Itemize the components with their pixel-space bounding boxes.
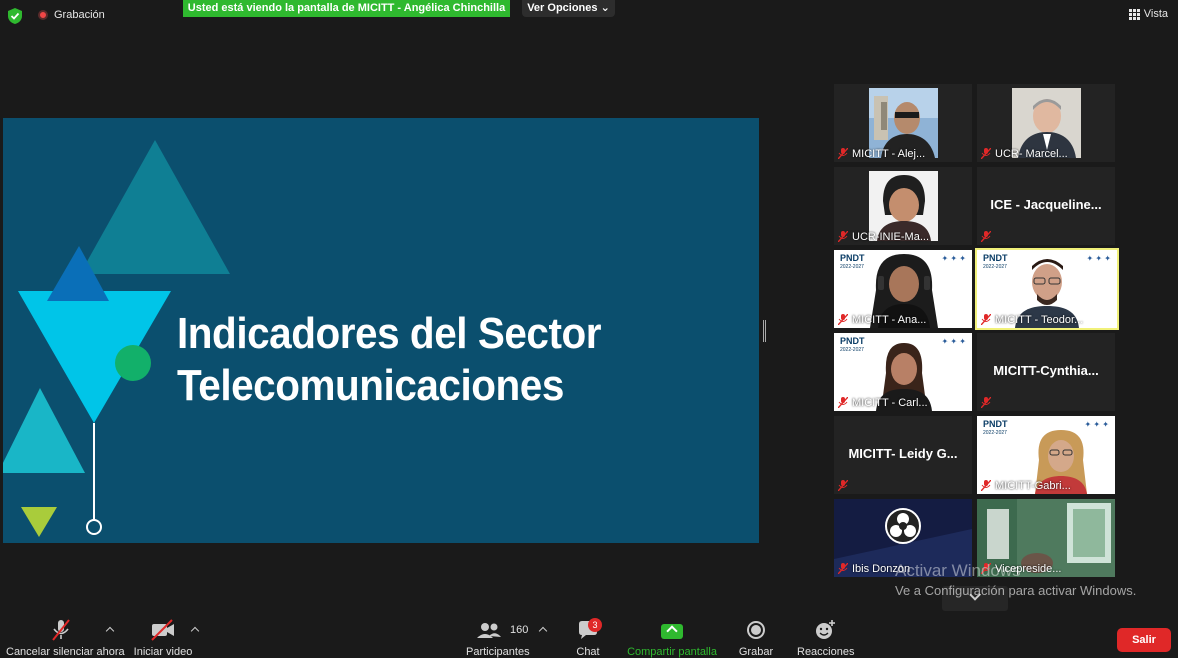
grid-icon — [1128, 8, 1140, 20]
participant-name: UCR-INIE-Ma... — [852, 231, 929, 243]
share-screen-button[interactable]: Compartir pantalla — [626, 618, 718, 658]
windows-activation-title: Activar Windows — [895, 561, 1021, 580]
muted-mic-icon — [981, 231, 991, 242]
view-button[interactable]: Vista — [1128, 8, 1168, 20]
muted-mic-icon — [981, 148, 991, 159]
meeting-toolbar: Cancelar silenciar ahora Iniciar video 1… — [0, 618, 1178, 658]
muted-mic-icon — [981, 397, 991, 408]
start-video-label: Iniciar video — [133, 646, 193, 658]
view-label: Vista — [1143, 8, 1168, 20]
participant-name: MICITT - Ana... — [852, 314, 927, 326]
chat-label: Chat — [576, 646, 600, 658]
participant-name: MICITT-Gabri... — [995, 480, 1071, 492]
record-icon — [747, 621, 765, 639]
participant-name: MICITT - Teodor... — [995, 314, 1084, 326]
share-screen-icon — [661, 624, 683, 639]
view-options-label: Ver Opciones — [527, 2, 598, 14]
participants-button[interactable]: 160 Participantes — [466, 618, 530, 658]
participant-tile-active-speaker[interactable]: PNDT 2022-2027 ✦ ✦ ✦ MICITT - Teodor... — [975, 248, 1119, 330]
muted-mic-icon — [838, 148, 848, 159]
participant-name: MICITT- Leidy G... — [848, 446, 958, 461]
windows-activation-text: Ve a Configuración para activar Windows. — [895, 583, 1137, 598]
participant-tile[interactable]: MICITT - Alej... — [834, 84, 972, 162]
panel-resize-handle[interactable] — [763, 320, 766, 342]
record-label: Grabar — [738, 646, 774, 658]
participant-tile[interactable]: PNDT 2022-2027 ✦ ✦ ✦ MICITT - Ana... — [834, 250, 972, 328]
shared-screen: Indicadores del Sector Telecomunicacione… — [3, 118, 759, 543]
record-button[interactable]: Grabar — [738, 618, 774, 658]
participant-tile[interactable]: ICE - Jacqueline... — [977, 167, 1115, 245]
participant-tile[interactable]: UCR- Marcel... — [977, 84, 1115, 162]
slide-title: Indicadores del Sector Telecomunicacione… — [177, 308, 602, 412]
view-options-button[interactable]: Ver Opciones ⌄ — [522, 0, 615, 17]
unmute-button[interactable]: Cancelar silenciar ahora — [6, 618, 125, 658]
participant-tile[interactable]: PNDT 2022-2027 ✦ ✦ ✦ MICITT-Gabri... — [977, 416, 1115, 494]
participant-name: MICITT - Carl... — [852, 397, 928, 409]
leave-meeting-button[interactable]: Salir — [1117, 628, 1171, 652]
participants-icon — [477, 623, 501, 638]
participant-name: ICE - Jacqueline... — [990, 197, 1102, 212]
participants-label: Participantes — [466, 646, 530, 658]
recording-indicator[interactable]: Grabación — [38, 9, 105, 21]
muted-mic-icon — [981, 314, 991, 325]
reactions-button[interactable]: Reacciones — [797, 618, 855, 658]
chat-unread-badge: 3 — [588, 618, 602, 632]
participants-options-chevron-icon[interactable] — [538, 626, 548, 636]
muted-mic-icon — [52, 619, 70, 641]
participant-name: MICITT - Alej... — [852, 148, 926, 160]
slide-title-line-2: Telecomunicaciones — [177, 361, 564, 410]
muted-mic-icon — [838, 314, 848, 325]
video-off-icon — [151, 619, 174, 641]
muted-mic-icon — [838, 563, 848, 574]
participant-tile[interactable]: UCR-INIE-Ma... — [834, 167, 972, 245]
top-bar: Grabación Usted está viendo la pantalla … — [0, 0, 1178, 30]
chevron-down-icon: ⌄ — [600, 2, 610, 14]
muted-mic-icon — [981, 480, 991, 491]
security-shield-icon[interactable] — [8, 8, 22, 24]
screen-share-banner: Usted está viendo la pantalla de MICITT … — [183, 0, 510, 17]
participants-count: 160 — [510, 624, 529, 636]
participant-name: MICITT-Cynthia... — [993, 363, 1099, 378]
recording-icon — [38, 10, 48, 20]
participant-tile[interactable]: MICITT- Leidy G... — [834, 416, 972, 494]
share-screen-label: Compartir pantalla — [627, 646, 717, 658]
muted-mic-icon — [838, 480, 848, 491]
reactions-label: Reacciones — [797, 646, 855, 658]
recording-label: Grabación — [54, 9, 105, 21]
participant-tile[interactable]: PNDT 2022-2027 ✦ ✦ ✦ MICITT - Carl... — [834, 333, 972, 411]
muted-mic-icon — [838, 397, 848, 408]
participant-name: UCR- Marcel... — [995, 148, 1068, 160]
muted-mic-icon — [838, 231, 848, 242]
unmute-label: Cancelar silenciar ahora — [6, 646, 125, 658]
reactions-icon — [816, 620, 835, 639]
start-video-button[interactable]: Iniciar video — [130, 618, 196, 658]
slide-title-line-1: Indicadores del Sector — [177, 309, 602, 358]
chat-button[interactable]: 3 Chat — [574, 618, 602, 658]
participant-tile[interactable]: MICITT-Cynthia... — [977, 333, 1115, 411]
